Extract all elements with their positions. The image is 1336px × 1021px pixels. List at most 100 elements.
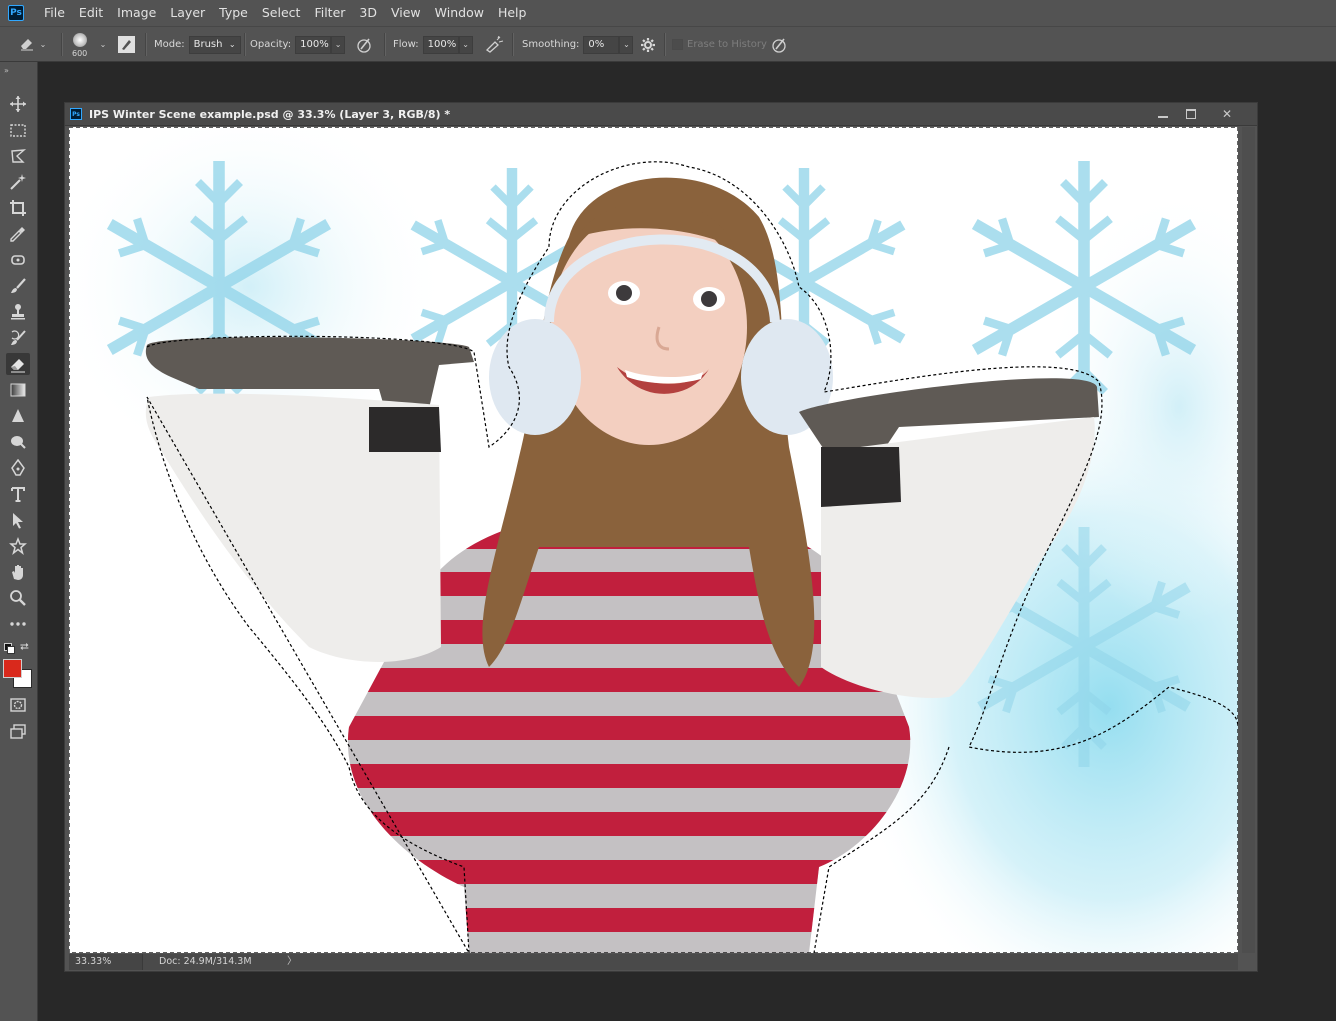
minimize-button[interactable]	[1149, 103, 1177, 125]
quick-mask-button[interactable]	[6, 694, 30, 716]
clone-stamp-tool[interactable]	[6, 301, 30, 323]
document-size-info: Doc: 24.9M/314.3M	[159, 956, 252, 967]
maximize-button[interactable]	[1177, 103, 1205, 125]
menu-3d[interactable]: 3D	[352, 0, 384, 26]
brush-settings-icon	[118, 36, 135, 53]
brush-preset-picker[interactable]: 600	[72, 27, 87, 62]
maximize-icon	[1186, 109, 1196, 119]
toggle-brush-panel-button[interactable]	[118, 27, 135, 62]
menu-file[interactable]: File	[37, 0, 72, 26]
menu-window[interactable]: Window	[428, 0, 491, 26]
tool-preset-picker[interactable]: ⌄	[18, 27, 50, 62]
lasso-tool-icon	[11, 149, 27, 163]
minimize-icon	[1158, 116, 1168, 118]
menu-edit[interactable]: Edit	[72, 0, 110, 26]
zoom-level-field[interactable]: 33.33%	[69, 954, 143, 970]
zoom-tool[interactable]	[6, 587, 30, 609]
dodge-tool[interactable]	[6, 431, 30, 453]
default-colors-icon[interactable]	[4, 643, 15, 654]
marquee-tool-icon	[10, 124, 26, 137]
quick-mask-icon	[10, 698, 26, 712]
airbrush-button[interactable]	[484, 27, 504, 62]
status-bar: 33.33% Doc: 24.9M/314.3M 〉	[69, 954, 1238, 970]
swap-colors-icon[interactable]: ⮂	[20, 640, 29, 654]
pressure-opacity-button[interactable]	[355, 27, 373, 62]
spot-healing-icon	[11, 255, 25, 265]
eraser-tool-icon	[11, 359, 25, 373]
brush-tool[interactable]	[6, 275, 30, 297]
menu-type[interactable]: Type	[212, 0, 255, 26]
opacity-label: Opacity:	[250, 39, 292, 50]
eraser-tool[interactable]	[6, 353, 30, 375]
screen-mode-button[interactable]	[6, 720, 30, 742]
foreground-color-swatch[interactable]	[3, 659, 22, 678]
close-icon: ✕	[1221, 107, 1233, 121]
marquee-tool[interactable]	[6, 119, 30, 141]
menu-layer[interactable]: Layer	[163, 0, 212, 26]
artwork	[69, 127, 1238, 953]
menu-filter[interactable]: Filter	[307, 0, 352, 26]
eraser-icon	[18, 34, 36, 55]
erase-to-history-checkbox[interactable]: Erase to History	[672, 27, 767, 62]
pressure-size-icon	[772, 38, 786, 53]
smoothing-slider-toggle[interactable]: ⌄	[619, 35, 634, 54]
shape-tool-icon	[9, 537, 27, 555]
chevron-down-icon[interactable]: ⌄	[96, 36, 110, 54]
menu-bar: Ps File Edit Image Layer Type Select Fil…	[0, 0, 1336, 26]
close-button[interactable]: ✕	[1213, 103, 1241, 125]
checkbox-icon	[672, 39, 683, 50]
path-selection-tool[interactable]	[6, 509, 30, 531]
document-tab[interactable]: Ps IPS Winter Scene example.psd @ 33.3% …	[65, 103, 1257, 126]
history-brush-icon	[11, 330, 26, 345]
move-tool[interactable]	[6, 93, 30, 115]
type-tool-icon	[11, 487, 25, 502]
move-tool-icon	[10, 96, 26, 112]
brush-tip-icon	[72, 33, 87, 47]
status-menu-arrow-icon[interactable]: 〉	[287, 954, 297, 970]
brush-size-value: 600	[72, 49, 88, 58]
gear-icon	[641, 37, 655, 52]
pen-tool[interactable]	[6, 457, 30, 479]
options-bar: ⌄ 600 ⌄ Mode: Brush ⌄ Opacity: 100% ⌄ Fl…	[0, 26, 1336, 62]
vertical-scrollbar[interactable]	[1242, 127, 1255, 953]
gradient-tool[interactable]	[6, 379, 30, 401]
dodge-tool-icon	[11, 436, 26, 449]
zoom-tool-icon	[10, 590, 26, 606]
spot-healing-tool[interactable]	[6, 249, 30, 271]
erase-to-history-label: Erase to History	[687, 39, 767, 50]
hand-tool[interactable]	[6, 561, 30, 583]
menu-view[interactable]: View	[384, 0, 428, 26]
shape-tool[interactable]	[6, 535, 30, 557]
flow-slider-toggle[interactable]: ⌄	[458, 35, 473, 54]
magic-wand-tool[interactable]	[6, 171, 30, 193]
edit-toolbar-button[interactable]	[6, 613, 30, 635]
menu-image[interactable]: Image	[110, 0, 163, 26]
blur-tool[interactable]	[6, 405, 30, 427]
hand-tool-icon	[12, 565, 23, 580]
document-title: IPS Winter Scene example.psd @ 33.3% (La…	[89, 107, 451, 121]
pen-tool-icon	[11, 459, 25, 476]
eyedropper-tool[interactable]	[6, 223, 30, 245]
flow-input[interactable]: 100%	[422, 35, 459, 54]
image-canvas[interactable]	[69, 127, 1238, 953]
opacity-input[interactable]: 100%	[295, 35, 332, 54]
menu-help[interactable]: Help	[491, 0, 534, 26]
lasso-tool[interactable]	[6, 145, 30, 167]
more-tools-icon	[10, 622, 26, 626]
smoothing-input[interactable]: 0%	[583, 35, 620, 54]
psd-file-icon: Ps	[70, 108, 82, 120]
opacity-value: 100%	[300, 39, 329, 50]
history-brush-tool[interactable]	[6, 327, 30, 349]
panel-collapse-icon[interactable]: »	[4, 66, 9, 75]
type-tool[interactable]	[6, 483, 30, 505]
pressure-size-button[interactable]	[770, 27, 788, 62]
brush-tool-icon	[11, 278, 26, 293]
chevron-down-icon: ⌄	[39, 40, 47, 49]
mode-select[interactable]: Brush ⌄	[188, 35, 241, 54]
path-selection-icon	[13, 513, 23, 529]
opacity-slider-toggle[interactable]: ⌄	[331, 35, 346, 54]
crop-tool[interactable]	[6, 197, 30, 219]
smoothing-value: 0%	[588, 39, 605, 50]
smoothing-options-button[interactable]	[640, 27, 656, 62]
menu-select[interactable]: Select	[255, 0, 308, 26]
